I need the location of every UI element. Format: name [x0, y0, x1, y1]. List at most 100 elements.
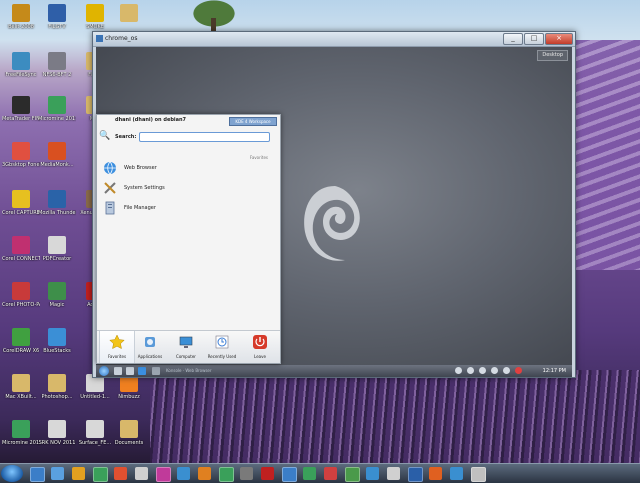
app-icon [96, 35, 103, 42]
desktop-icon[interactable]: NFS6-BFT 2 [38, 52, 76, 92]
taskbar-app-icon[interactable] [72, 467, 85, 480]
volume-tray-icon[interactable] [491, 367, 498, 374]
close-button[interactable]: × [545, 33, 573, 45]
tab-leave[interactable]: Leave [243, 331, 277, 363]
taskbar-app-icon[interactable] [366, 467, 379, 480]
desktop-icon[interactable]: Corel PHOTO-PAINT [2, 282, 40, 322]
taskbar-app-icon[interactable] [282, 467, 297, 482]
desktop-icon[interactable]: Micromine 2011 [38, 96, 76, 136]
desktop-button[interactable]: Desktop [537, 50, 568, 61]
desktop-icon[interactable]: Magic [38, 282, 76, 322]
taskbar-app-icon[interactable] [30, 467, 45, 482]
tab-computer[interactable]: Computer [169, 331, 203, 363]
desktop-icon[interactable]: Corel CAPTURE X6 [2, 190, 40, 230]
taskbar-app-icon[interactable] [387, 467, 400, 480]
taskbar-app-icon[interactable] [114, 467, 127, 480]
taskbar-app-icon[interactable] [471, 467, 486, 482]
desktop-icon[interactable]: FILGTV [38, 4, 76, 44]
desktop-app-icon [12, 282, 30, 300]
taskbar-app-icon[interactable] [429, 467, 442, 480]
taskbar-app-icon[interactable] [345, 467, 360, 482]
taskbar-app-icon[interactable] [219, 467, 234, 482]
minimize-button[interactable]: _ [503, 33, 523, 45]
show-desktop-icon[interactable] [114, 367, 122, 375]
desktop-icon[interactable]: Nimbuzz [110, 374, 148, 414]
clipboard-tray-icon[interactable] [479, 367, 486, 374]
taskbar-app-icon[interactable] [156, 467, 171, 482]
desktop-icon-label: MetaTrader FINESS [2, 116, 40, 122]
favorite-system-settings[interactable]: System Settings [103, 181, 273, 197]
desktop-icon-label: Untitled-1... [80, 394, 110, 400]
desktop-icon[interactable]: Mac XBuilt... [2, 374, 40, 414]
window-title: chrome_os [105, 35, 138, 42]
device-notifier-icon[interactable] [467, 367, 474, 374]
taskbar-app-icon[interactable] [240, 467, 253, 480]
taskbar-app-icon[interactable] [198, 467, 211, 480]
desktop-icon-label: 3Gbsktop FoneMail [2, 162, 40, 168]
item-label: Web Browser [124, 165, 157, 171]
desktop-icon[interactable]: BlueStacks [38, 328, 76, 368]
favorites-section-label: Favorites [249, 155, 268, 160]
pager-icon[interactable] [152, 367, 160, 375]
file-manager-launcher-icon[interactable] [126, 367, 134, 375]
desktop-icon[interactable]: Surface_FE... [76, 420, 114, 460]
taskbar-app-icon[interactable] [450, 467, 463, 480]
taskbar-app-icon[interactable] [135, 467, 148, 480]
desktop-app-icon [12, 96, 30, 114]
debian-swirl-logo [304, 186, 360, 261]
desktop-icon[interactable]: PDFCreator [38, 236, 76, 276]
file-manager-icon [105, 201, 115, 215]
taskbar-app-icon[interactable] [177, 467, 190, 480]
desktop-icon[interactable]: MetaTrader FINESS [2, 96, 40, 136]
desktop-app-icon [48, 190, 66, 208]
desktop-icon-label: FreeFileSync [5, 72, 37, 78]
desktop-icon[interactable]: Belit-2008 [2, 4, 40, 44]
desktop-icon[interactable]: Documents [110, 420, 148, 460]
desktop-icon-label: NFS6-BFT 2 [42, 72, 72, 78]
tab-favorites[interactable]: Favorites [99, 331, 135, 363]
favorite-file-manager[interactable]: File Manager [103, 201, 273, 217]
tab-recently-used[interactable]: Recently Used [205, 331, 239, 363]
vm-clock[interactable]: 12:17 PM [543, 367, 566, 375]
taskbar-app-icon[interactable] [408, 467, 423, 482]
maximize-button[interactable]: □ [524, 33, 544, 45]
kickoff-menu[interactable]: dhani (dhani) on debian7 KDE 4 Workspace… [96, 114, 281, 364]
item-label: File Manager [124, 205, 156, 211]
desktop-icon-label: Mac XBuilt... [5, 394, 37, 400]
desktop-icon[interactable]: Mozilla Thunderbird [38, 190, 76, 230]
desktop-icon[interactable]: CorelDRAW X6 [2, 328, 40, 368]
taskbar-app-icon[interactable] [261, 467, 274, 480]
desktop-icon[interactable]: Micromine 2013 [2, 420, 40, 460]
desktop-app-icon [48, 52, 66, 70]
kde-badge: KDE 4 Workspace [229, 117, 277, 126]
taskbar-app-icon[interactable] [324, 467, 337, 480]
taskbar-app-icon[interactable] [51, 467, 64, 480]
alert-tray-icon[interactable] [515, 367, 522, 374]
desktop-app-icon [48, 328, 66, 346]
desktop-icon[interactable]: SRK NOV 2011 [38, 420, 76, 460]
item-label: System Settings [124, 185, 165, 191]
desktop-icon[interactable]: Untitled-1... [76, 374, 114, 414]
desktop-app-icon [12, 374, 30, 392]
tab-applications[interactable]: Applications [133, 331, 167, 363]
desktop-app-icon [12, 328, 30, 346]
desktop-icon[interactable]: FreeFileSync [2, 52, 40, 92]
search-input[interactable] [139, 132, 270, 142]
start-button[interactable] [1, 465, 23, 482]
desktop-icon-label: CorelDRAW X6 [2, 348, 40, 354]
desktop-icon[interactable]: 3Gbsktop FoneMail [2, 142, 40, 182]
network-tray-icon[interactable] [455, 367, 462, 374]
desktop-icon-label: Photoshop... [41, 394, 73, 400]
favorite-web-browser[interactable]: Web Browser [103, 161, 273, 177]
updates-tray-icon[interactable] [503, 367, 510, 374]
kickoff-launcher-icon[interactable] [99, 366, 109, 376]
window-titlebar[interactable]: chrome_os _ □ × [93, 32, 575, 47]
desktop-icon[interactable]: Corel CONNECT X6 [2, 236, 40, 276]
desktop-icon[interactable]: Photoshop... [38, 374, 76, 414]
browser-launcher-icon[interactable] [138, 367, 146, 375]
vm-task-text[interactable]: Konsole · Web Browser [166, 367, 306, 375]
desktop-icon[interactable]: MediaMonk... [38, 142, 76, 182]
taskbar-app-icon[interactable] [93, 467, 108, 482]
taskbar-app-icon[interactable] [303, 467, 316, 480]
tab-label: Applications [137, 354, 163, 359]
